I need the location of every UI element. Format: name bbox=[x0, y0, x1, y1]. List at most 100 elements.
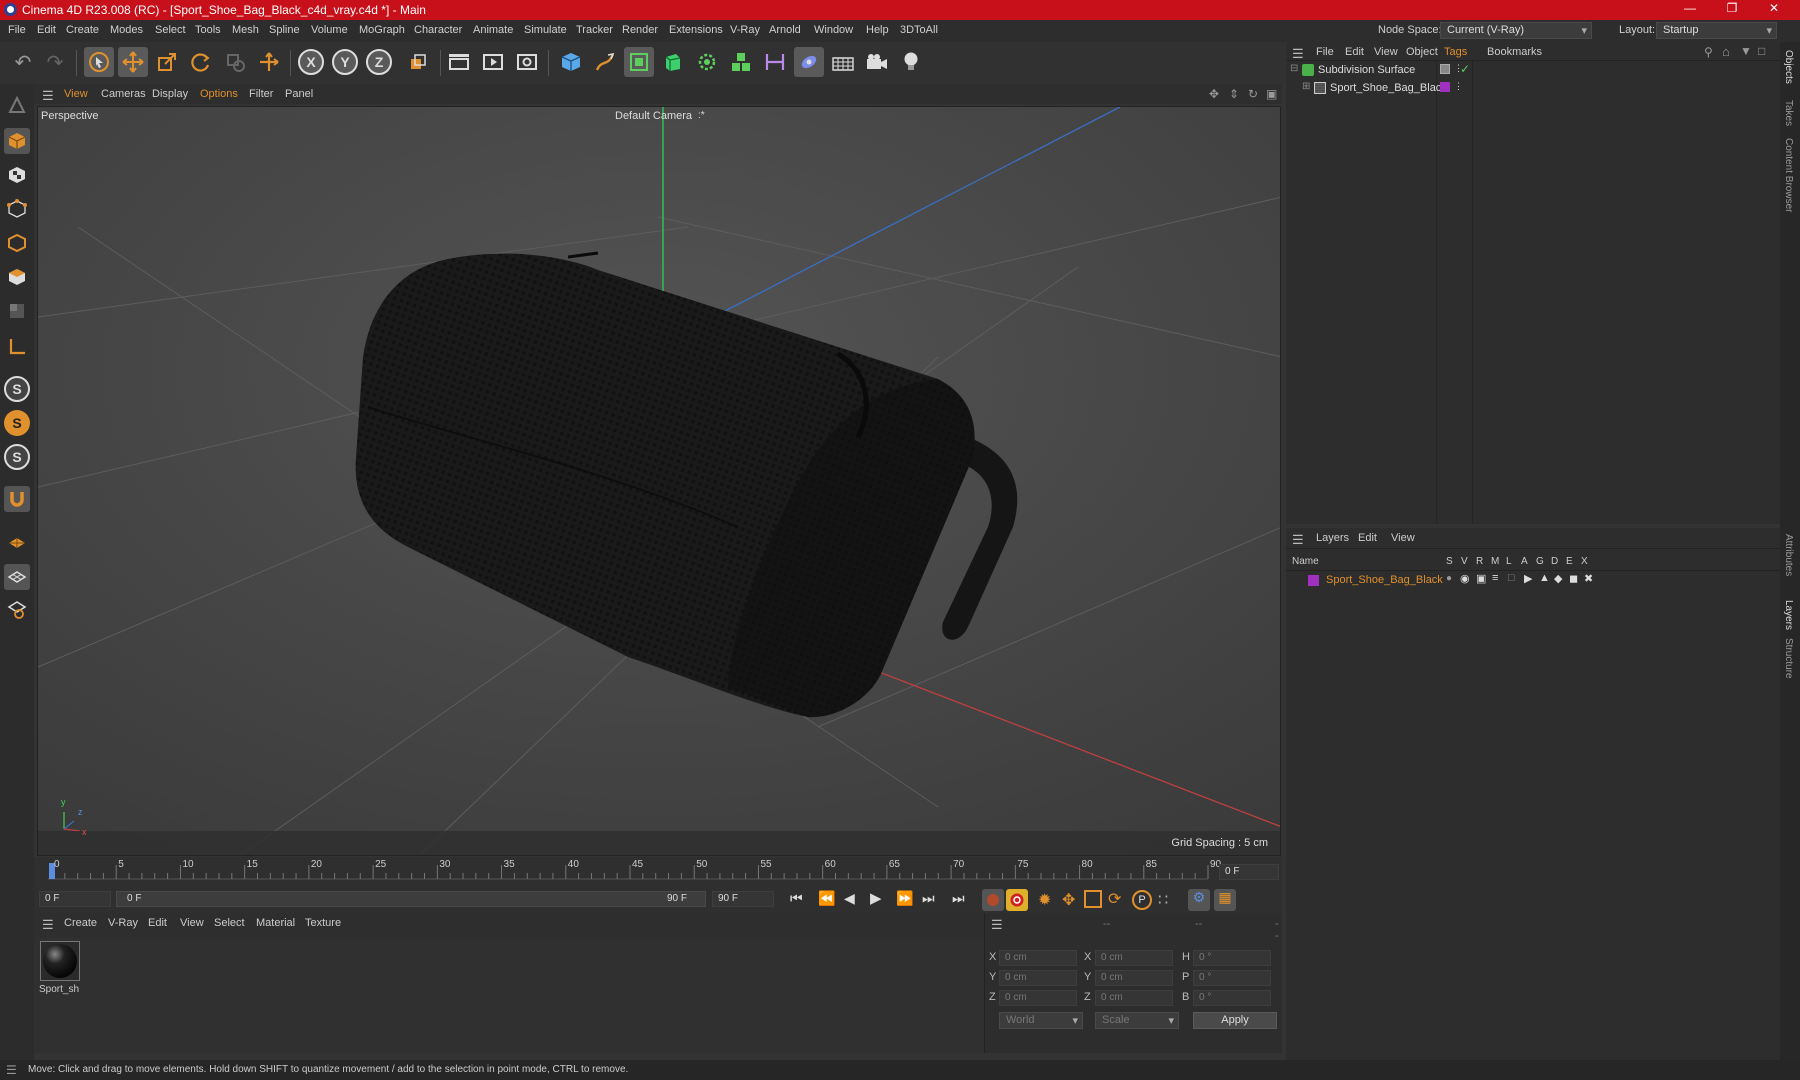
floor-environment-button[interactable] bbox=[828, 47, 858, 77]
enabled-check-icon[interactable]: ✓ bbox=[1460, 62, 1470, 76]
rot-p-field[interactable]: 0 ° bbox=[1193, 970, 1271, 986]
extrude-generator-button[interactable] bbox=[658, 47, 688, 77]
render-icon[interactable]: ▣ bbox=[1476, 572, 1486, 585]
current-frame-field[interactable]: 0 F bbox=[1219, 864, 1279, 880]
restore-button[interactable]: ❐ bbox=[1712, 1, 1752, 15]
hamburger-icon[interactable]: ☰ bbox=[42, 917, 54, 933]
menu-render[interactable]: Render bbox=[622, 24, 658, 36]
layer-column-header[interactable]: S bbox=[1446, 556, 1453, 567]
snap-button[interactable]: S bbox=[4, 376, 30, 402]
object-menu-file[interactable]: File bbox=[1316, 46, 1334, 58]
field-button[interactable] bbox=[794, 47, 824, 77]
start-frame-field[interactable]: 0 F bbox=[39, 891, 111, 907]
workplane-snap-button[interactable]: S bbox=[4, 444, 30, 470]
y-axis-lock-button[interactable]: Y bbox=[332, 49, 358, 75]
layer-column-header[interactable]: V bbox=[1461, 556, 1468, 567]
maximize-view-icon[interactable]: ▣ bbox=[1266, 87, 1277, 101]
size-y-field[interactable]: 0 cm bbox=[1095, 970, 1173, 986]
viewport-menu-cameras[interactable]: Cameras bbox=[101, 88, 146, 100]
visible-eye-icon[interactable]: ◉ bbox=[1460, 572, 1470, 585]
axis-mode-button[interactable] bbox=[4, 334, 30, 360]
polygon-mode-button[interactable] bbox=[4, 264, 30, 290]
viewport-menu-view[interactable]: View bbox=[64, 88, 88, 100]
previous-frame-icon[interactable]: ◀ bbox=[844, 890, 855, 907]
coordinate-system-button[interactable] bbox=[403, 47, 433, 77]
object-menu-object[interactable]: Object bbox=[1406, 46, 1438, 58]
coordinate-space-select[interactable]: World bbox=[999, 1012, 1083, 1029]
go-to-start-icon[interactable]: ⏮ bbox=[790, 890, 803, 907]
expand-icon[interactable]: ⊟ bbox=[1290, 63, 1298, 74]
select-tool-button[interactable] bbox=[84, 47, 114, 77]
layer-menu-view[interactable]: View bbox=[1391, 532, 1415, 544]
end-frame-field[interactable]: 90 F bbox=[712, 891, 774, 907]
hamburger-icon[interactable]: ☰ bbox=[42, 88, 54, 104]
xref-icon[interactable]: ✖ bbox=[1584, 572, 1593, 585]
menu-extensions[interactable]: Extensions bbox=[669, 24, 723, 36]
render-settings-button[interactable] bbox=[512, 47, 542, 77]
expressions-icon[interactable]: ◼ bbox=[1569, 572, 1578, 585]
key-parameter-icon[interactable]: P bbox=[1132, 890, 1152, 910]
uv-mode-button[interactable] bbox=[4, 298, 30, 324]
texture-mode-button[interactable] bbox=[4, 162, 30, 188]
search-icon[interactable]: ⚲ bbox=[1704, 45, 1713, 59]
scale-tool-button[interactable] bbox=[152, 47, 182, 77]
material-menu-vray[interactable]: V-Ray bbox=[108, 917, 138, 929]
layer-menu-edit[interactable]: Edit bbox=[1358, 532, 1377, 544]
play-icon[interactable]: ▶ bbox=[870, 889, 882, 907]
viewport-menu-options[interactable]: Options bbox=[200, 88, 238, 100]
size-z-field[interactable]: 0 cm bbox=[1095, 990, 1173, 1006]
menu-file[interactable]: File bbox=[8, 24, 26, 36]
material-menu-edit[interactable]: Edit bbox=[148, 917, 167, 929]
previous-key-icon[interactable]: ⏪ bbox=[818, 890, 835, 907]
material-menu-view[interactable]: View bbox=[180, 917, 204, 929]
go-to-end-icon[interactable]: ⏭ bbox=[922, 890, 935, 907]
close-button[interactable]: ✕ bbox=[1754, 1, 1794, 15]
3d-viewport[interactable]: Perspective Default Camera :* y z x Grid… bbox=[37, 106, 1281, 856]
menu-mesh[interactable]: Mesh bbox=[232, 24, 259, 36]
rot-h-field[interactable]: 0 ° bbox=[1193, 950, 1271, 966]
hamburger-icon[interactable]: ☰ bbox=[1292, 532, 1304, 548]
animation-play-icon[interactable]: ▶ bbox=[1524, 572, 1532, 585]
deformers-icon[interactable]: ◆ bbox=[1554, 572, 1562, 585]
layer-menu-layers[interactable]: Layers bbox=[1316, 532, 1349, 544]
deformer-button[interactable] bbox=[760, 47, 790, 77]
mograph-cloner-button[interactable] bbox=[692, 47, 722, 77]
viewport-menu-filter[interactable]: Filter bbox=[249, 88, 273, 100]
visibility-dots-icon[interactable]: ⋮ bbox=[1454, 81, 1463, 92]
layer-column-header[interactable]: L bbox=[1506, 556, 1512, 567]
cube-primitive-button[interactable] bbox=[556, 47, 586, 77]
menu-simulate[interactable]: Simulate bbox=[524, 24, 567, 36]
menu-3dtoall[interactable]: 3DToAll bbox=[900, 24, 938, 36]
size-x-field[interactable]: 0 cm bbox=[1095, 950, 1173, 966]
material-menu-texture[interactable]: Texture bbox=[305, 917, 341, 929]
frame-range-slider[interactable]: 0 F 90 F bbox=[116, 891, 706, 907]
light-button[interactable] bbox=[896, 47, 926, 77]
object-menu-edit[interactable]: Edit bbox=[1345, 46, 1364, 58]
tab-objects[interactable]: Objects bbox=[1783, 50, 1794, 84]
node-space-select[interactable]: Current (V-Ray) bbox=[1440, 22, 1592, 39]
locked-workplane-button[interactable] bbox=[4, 564, 30, 590]
rotate-tool-button[interactable] bbox=[186, 47, 216, 77]
x-axis-lock-button[interactable]: X bbox=[298, 49, 324, 75]
layer-column-header[interactable]: X bbox=[1581, 556, 1588, 567]
menu-window[interactable]: Window bbox=[814, 24, 853, 36]
redo-button[interactable]: ↷ bbox=[40, 47, 70, 77]
menu-help[interactable]: Help bbox=[866, 24, 889, 36]
pen-spline-button[interactable] bbox=[590, 47, 620, 77]
autokey-button[interactable] bbox=[1006, 889, 1028, 911]
transform-tool-button[interactable] bbox=[254, 47, 284, 77]
material-menu-create[interactable]: Create bbox=[64, 917, 97, 929]
key-position-icon[interactable]: ✥ bbox=[1062, 890, 1075, 910]
menu-vray[interactable]: V-Ray bbox=[730, 24, 760, 36]
point-mode-button[interactable] bbox=[4, 196, 30, 222]
render-view-button[interactable] bbox=[444, 47, 474, 77]
object-menu-bookmarks[interactable]: Bookmarks bbox=[1487, 46, 1542, 58]
menu-tracker[interactable]: Tracker bbox=[576, 24, 613, 36]
recent-tool-button[interactable] bbox=[220, 47, 250, 77]
minimize-button[interactable]: — bbox=[1670, 1, 1710, 15]
tab-structure[interactable]: Structure bbox=[1783, 638, 1794, 679]
layout-select[interactable]: Startup bbox=[1656, 22, 1777, 39]
layer-column-header[interactable]: D bbox=[1551, 556, 1558, 567]
record-mode-button[interactable] bbox=[982, 889, 1004, 911]
menu-select[interactable]: Select bbox=[155, 24, 186, 36]
